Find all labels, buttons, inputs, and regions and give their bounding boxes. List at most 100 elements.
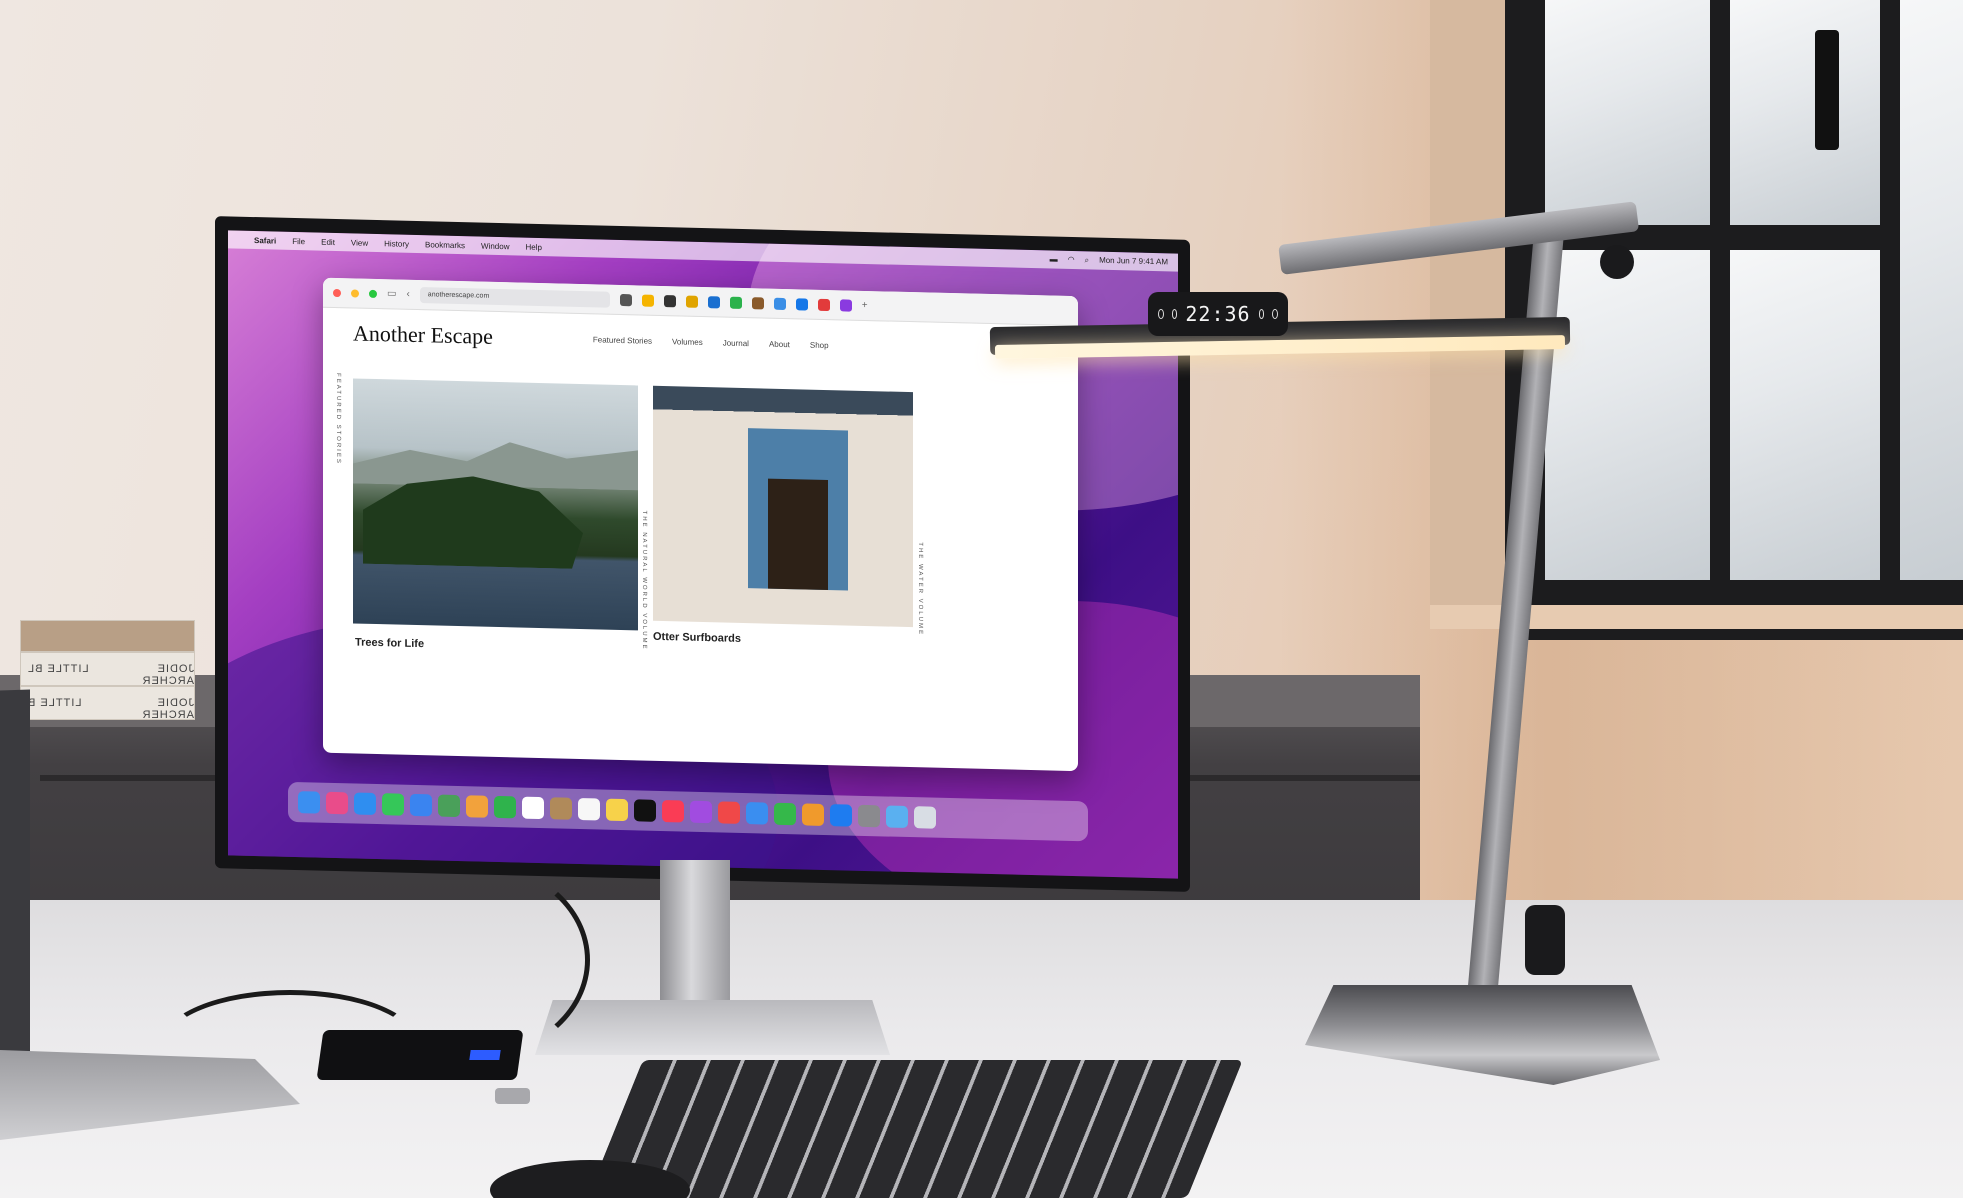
- safari-window: ▭ ‹ anotherescape.com + Another Escape F…: [323, 277, 1078, 772]
- messages-icon[interactable]: [382, 793, 404, 816]
- favorite-icon[interactable]: [839, 298, 852, 312]
- menubar-status: ▬ ◠ ⌕ Mon Jun 7 9:41 AM: [1050, 254, 1168, 267]
- book: LITTLE BL JODIE ARCHER: [20, 652, 195, 687]
- music-icon[interactable]: [662, 799, 684, 823]
- workshop-interior: [768, 478, 828, 591]
- pages-icon[interactable]: [802, 803, 824, 826]
- window-pane: [1730, 0, 1880, 225]
- favorite-icon[interactable]: [729, 296, 742, 309]
- battery-icon[interactable]: ▬: [1050, 254, 1058, 264]
- search-icon[interactable]: ⌕: [1085, 255, 1089, 265]
- story-image-otter[interactable]: [653, 385, 913, 628]
- safari-icon[interactable]: [354, 792, 376, 816]
- menubar-item-history[interactable]: History: [384, 239, 409, 249]
- contacts-icon[interactable]: [550, 797, 572, 820]
- trash-icon[interactable]: [914, 806, 936, 829]
- book: [20, 620, 195, 652]
- monitor-stand-base: [535, 1000, 890, 1055]
- favorite-icon[interactable]: [817, 298, 830, 311]
- brightness-icon[interactable]: [1171, 309, 1178, 319]
- laptop-lid: [0, 689, 30, 1061]
- calendar-icon[interactable]: [522, 796, 544, 820]
- launchpad-icon[interactable]: [326, 791, 348, 815]
- book-spine-text: JODIE ARCHER: [141, 663, 194, 687]
- mail-icon[interactable]: [410, 793, 432, 817]
- power-icon[interactable]: [1158, 309, 1164, 319]
- favorite-icon[interactable]: [685, 295, 698, 308]
- favorite-icon[interactable]: [751, 296, 764, 309]
- mode-icon[interactable]: [1258, 309, 1265, 319]
- facetime-icon[interactable]: [494, 795, 516, 819]
- book-spine-text: JODIE ARCHER: [141, 697, 194, 721]
- site-logo[interactable]: Another Escape: [353, 320, 493, 349]
- book: LITTLE B JODIE ARCHER: [20, 686, 195, 721]
- window-pane: [1900, 0, 1963, 580]
- menubar-item-view[interactable]: View: [351, 238, 368, 247]
- new-tab-icon[interactable]: +: [862, 300, 868, 311]
- story-title-otter[interactable]: Otter Surfboards: [653, 631, 741, 645]
- numbers-icon[interactable]: [774, 802, 796, 826]
- volume-label: THE WATER VOLUME: [917, 542, 923, 637]
- menubar-item-bookmarks[interactable]: Bookmarks: [425, 240, 465, 250]
- keyboard: [587, 1060, 1243, 1198]
- window-handle: [1815, 30, 1839, 150]
- app-store-icon[interactable]: [830, 804, 852, 827]
- usb-hub: [316, 1030, 524, 1080]
- menubar-item-file[interactable]: File: [292, 236, 305, 245]
- favorite-icon[interactable]: [707, 295, 720, 308]
- story-image-trees[interactable]: [353, 378, 638, 631]
- podcasts-icon[interactable]: [690, 800, 712, 824]
- window-pane: [1545, 0, 1710, 225]
- reader-icon[interactable]: [619, 293, 632, 306]
- favorite-icon[interactable]: [773, 297, 786, 310]
- menubar-item-edit[interactable]: Edit: [321, 237, 335, 246]
- keynote-icon[interactable]: [746, 802, 768, 825]
- favorite-icon[interactable]: [641, 294, 654, 307]
- maps-icon[interactable]: [438, 794, 460, 818]
- nav-shop[interactable]: Shop: [810, 340, 829, 349]
- photos-icon[interactable]: [466, 795, 488, 818]
- minimize-button[interactable]: [351, 288, 359, 298]
- volume-label: THE NATURAL WORLD VOLUME: [641, 510, 647, 651]
- close-button[interactable]: [333, 288, 341, 297]
- window-pane: [1730, 250, 1880, 580]
- book-spine-text: LITTLE B: [27, 697, 82, 709]
- book-stack: LITTLE BL JODIE ARCHER LITTLE B JODIE AR…: [20, 620, 195, 721]
- workshop-door: [748, 428, 848, 591]
- usb-port: [469, 1050, 501, 1060]
- lamp-joint: [1525, 905, 1565, 975]
- notes-icon[interactable]: [606, 798, 628, 822]
- url-text: anotherescape.com: [427, 291, 490, 300]
- news-icon[interactable]: [718, 801, 740, 824]
- book-spine-text: LITTLE BL: [27, 663, 89, 675]
- menubar-clock[interactable]: Mon Jun 7 9:41 AM: [1099, 256, 1168, 268]
- favorite-icon[interactable]: [795, 297, 808, 311]
- site-nav: Featured Stories Volumes Journal About S…: [593, 335, 829, 350]
- story-title-trees[interactable]: Trees for Life: [355, 636, 424, 650]
- downloads-icon[interactable]: [886, 805, 908, 829]
- menubar-item-window[interactable]: Window: [481, 241, 509, 251]
- menubar-item-help[interactable]: Help: [525, 242, 541, 251]
- usb-drive: [495, 1088, 530, 1104]
- section-label: FEATURED STORIES: [335, 373, 341, 465]
- back-icon[interactable]: ‹: [406, 289, 409, 300]
- timer-icon[interactable]: [1272, 309, 1278, 319]
- zoom-button[interactable]: [369, 289, 377, 298]
- nav-featured-stories[interactable]: Featured Stories: [593, 335, 652, 345]
- nav-journal[interactable]: Journal: [723, 338, 749, 348]
- nav-about[interactable]: About: [769, 339, 790, 349]
- address-bar[interactable]: anotherescape.com: [419, 286, 610, 308]
- wifi-icon[interactable]: ◠: [1068, 255, 1075, 265]
- system-preferences-icon[interactable]: [858, 804, 880, 828]
- tv-icon[interactable]: [634, 799, 656, 822]
- sidebar-icon[interactable]: ▭: [387, 288, 396, 299]
- lamp-control-panel: 22:36: [1148, 292, 1288, 336]
- lamp-clock-display: 22:36: [1185, 302, 1251, 326]
- menubar-app-name[interactable]: Safari: [254, 236, 276, 246]
- favorite-icon[interactable]: [663, 294, 676, 307]
- lamp-hinge: [1600, 245, 1634, 279]
- finder-icon[interactable]: [298, 791, 320, 814]
- nav-volumes[interactable]: Volumes: [672, 337, 703, 347]
- reminders-icon[interactable]: [578, 797, 600, 821]
- window-pane: [1545, 250, 1710, 580]
